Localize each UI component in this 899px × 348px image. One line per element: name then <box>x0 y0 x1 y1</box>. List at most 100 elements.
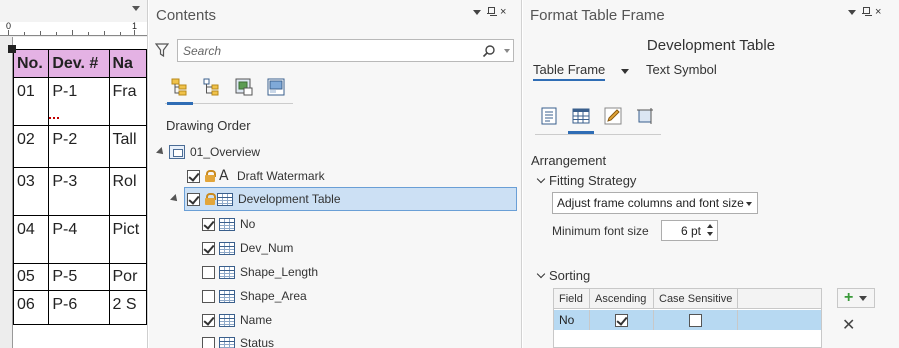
table-cell: 01 <box>12 77 50 126</box>
sorting-group[interactable]: Sorting <box>536 268 590 283</box>
tab-placement[interactable] <box>631 100 659 132</box>
pane-options-icon[interactable] <box>473 10 481 15</box>
fitting-strategy-select[interactable]: Adjust frame columns and font size <box>552 192 758 214</box>
field-checkbox[interactable] <box>202 289 215 303</box>
sort-field-cell[interactable]: No <box>554 310 590 330</box>
table-cell: P-3 <box>48 167 110 216</box>
sorting-grid[interactable]: Field Ascending Case Sensitive No <box>553 288 822 348</box>
table-cell: P-4 <box>48 215 110 264</box>
increment-icon[interactable] <box>707 224 713 228</box>
layout-view[interactable]: 0 1 No. Dev. # Na 01 P-1 Fra 02 P-2 Tall… <box>0 0 148 348</box>
tab-table-frame[interactable]: Table Frame <box>533 62 606 81</box>
spellcheck-squiggle <box>49 117 59 120</box>
table-cell: P-2 <box>48 125 110 168</box>
tab-options[interactable] <box>535 100 563 132</box>
list-by-source-icon <box>203 78 219 96</box>
field-checkbox[interactable] <box>202 265 215 279</box>
field-icon <box>219 241 235 255</box>
pane-options-icon[interactable] <box>848 10 856 15</box>
tab-display[interactable] <box>567 100 595 134</box>
tree-item-map-frame[interactable]: 01_Overview <box>149 140 521 164</box>
ascending-cell[interactable] <box>590 310 654 330</box>
chevron-down-icon[interactable] <box>859 295 868 301</box>
tree-item-field[interactable]: Dev_Num <box>149 236 521 260</box>
format-pane-title: Format Table Frame <box>530 7 665 24</box>
table-row[interactable]: No <box>554 310 821 330</box>
tree-item-label: No <box>240 217 256 231</box>
ascending-checkbox[interactable] <box>615 313 628 327</box>
field-checkbox[interactable] <box>202 241 215 255</box>
field-icon <box>219 217 235 231</box>
column-header-ascending: Ascending <box>590 289 654 308</box>
tab-text-symbol[interactable]: Text Symbol <box>646 62 717 77</box>
field-checkbox[interactable] <box>202 217 215 231</box>
contents-pane-controls: × <box>473 7 506 18</box>
tab-drawing-order[interactable] <box>165 70 195 105</box>
layout-table-frame[interactable]: No. Dev. # Na 01 P-1 Fra 02 P-2 Tall 03 … <box>12 49 147 325</box>
field-checkbox[interactable] <box>202 336 215 348</box>
lock-icon[interactable] <box>205 193 216 205</box>
placement-icon <box>637 108 653 124</box>
chevron-down-icon[interactable] <box>536 269 546 279</box>
decrement-icon[interactable] <box>707 232 713 236</box>
tree-item-table-frame[interactable]: Development Table <box>184 187 517 211</box>
chevron-down-icon[interactable] <box>536 174 546 184</box>
close-icon[interactable]: × <box>875 7 881 18</box>
fitting-strategy-group[interactable]: Fitting Strategy <box>536 173 636 188</box>
visibility-checkbox[interactable] <box>187 192 200 206</box>
add-sort-field-button[interactable]: + <box>837 288 875 308</box>
min-font-stepper[interactable]: 6 pt <box>661 220 718 241</box>
expand-icon[interactable] <box>170 194 180 204</box>
close-icon[interactable]: × <box>500 7 506 18</box>
remove-sort-field-icon[interactable]: ✕ <box>842 315 855 335</box>
case-sensitive-cell[interactable] <box>654 310 738 330</box>
field-icon <box>219 265 235 279</box>
visibility-checkbox[interactable] <box>187 169 200 183</box>
field-icon <box>219 313 235 327</box>
table-cell: Fra <box>108 77 147 126</box>
search-options-icon[interactable] <box>504 49 510 53</box>
horizontal-ruler: 0 1 <box>0 21 147 36</box>
chevron-down-icon[interactable] <box>746 202 752 206</box>
lock-icon[interactable] <box>205 170 216 182</box>
fitting-strategy-value: Adjust frame columns and font size <box>557 196 744 210</box>
min-font-value: 6 pt <box>680 224 701 238</box>
tree-item-field[interactable]: Status <box>149 331 521 348</box>
field-checkbox[interactable] <box>202 313 215 327</box>
contents-view-tabs <box>165 70 293 105</box>
table-frame-icon <box>217 192 233 206</box>
case-sensitive-checkbox[interactable] <box>689 313 702 327</box>
filter-icon[interactable] <box>155 43 169 57</box>
table-cell: 04 <box>12 215 50 264</box>
column-header-case-sensitive: Case Sensitive <box>654 289 738 308</box>
tab-symbology[interactable] <box>599 100 627 132</box>
chevron-down-icon[interactable] <box>621 69 629 74</box>
pencil-icon <box>604 107 622 125</box>
field-icon <box>219 336 235 348</box>
format-pane-controls: × <box>848 7 881 18</box>
tree-item-field[interactable]: Shape_Length <box>149 260 521 284</box>
tree-item-watermark[interactable]: A Draft Watermark <box>149 164 521 188</box>
table-cell: Tall <box>108 125 147 168</box>
pin-icon[interactable] <box>487 7 495 18</box>
layout-elements-icon <box>267 78 285 96</box>
tree-item-field[interactable]: Shape_Area <box>149 284 521 308</box>
tree-item-label: Name <box>240 313 273 327</box>
text-element-icon: A <box>219 168 229 184</box>
tree-item-field[interactable]: No <box>149 212 521 236</box>
expand-icon[interactable] <box>156 147 166 157</box>
format-subtabs <box>535 100 661 135</box>
search-input[interactable] <box>183 43 473 59</box>
selection-handle[interactable] <box>8 45 16 53</box>
table-cell: 03 <box>12 167 50 216</box>
tab-list-by-source[interactable] <box>197 70 227 104</box>
chevron-down-icon[interactable] <box>132 6 140 11</box>
contents-search[interactable] <box>177 39 514 62</box>
pin-icon[interactable] <box>862 7 870 18</box>
table-row: 06 P-6 2 S <box>12 290 147 325</box>
tree-item-field[interactable]: Name <box>149 308 521 332</box>
tab-list-by-snapping[interactable] <box>261 70 291 104</box>
tree-item-label: Shape_Area <box>240 289 307 303</box>
tab-list-by-selection[interactable] <box>229 70 259 104</box>
search-icon[interactable] <box>482 44 496 58</box>
